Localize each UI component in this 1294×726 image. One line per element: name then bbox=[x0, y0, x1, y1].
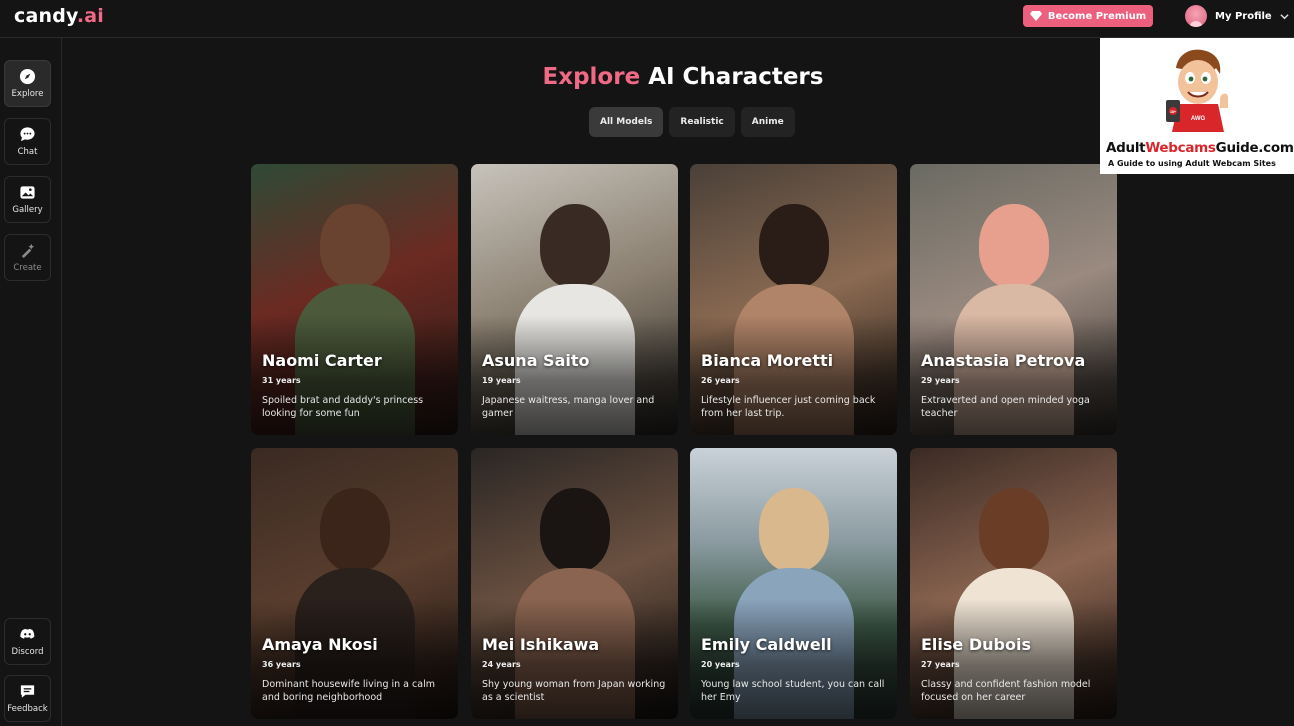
gallery-icon bbox=[20, 186, 35, 199]
character-age: 20 years bbox=[701, 660, 740, 669]
character-description: Shy young woman from Japan working as a … bbox=[482, 679, 666, 703]
sidebar-item-label: Feedback bbox=[7, 704, 48, 714]
logo-text: candy bbox=[14, 5, 77, 27]
character-age: 31 years bbox=[262, 376, 301, 385]
profile-label: My Profile bbox=[1215, 10, 1272, 22]
model-filter-tabs: All Models Realistic Anime bbox=[589, 107, 795, 137]
character-age: 29 years bbox=[921, 376, 960, 385]
sidebar-item-create[interactable]: Create bbox=[4, 234, 51, 281]
portrait-head bbox=[758, 204, 829, 288]
sidebar-item-label: Discord bbox=[11, 647, 44, 657]
sidebar-item-label: Chat bbox=[17, 147, 38, 157]
character-name: Mei Ishikawa bbox=[482, 635, 600, 654]
profile-menu[interactable]: My Profile bbox=[1185, 5, 1289, 27]
character-description: Young law school student, you can call h… bbox=[701, 679, 885, 703]
top-bar: candy.ai Become Premium My Profile bbox=[0, 0, 1294, 38]
character-description: Japanese waitress, manga lover and gamer bbox=[482, 395, 655, 419]
chevron-down-icon bbox=[1280, 13, 1289, 19]
character-name: Amaya Nkosi bbox=[262, 635, 378, 654]
character-card-naomi-carter[interactable]: Naomi Carter 31 years Spoiled brat and d… bbox=[251, 164, 458, 435]
title-rest: AI Characters bbox=[648, 64, 824, 90]
title-accent: Explore bbox=[542, 64, 641, 90]
sidebar-item-discord[interactable]: Discord bbox=[4, 618, 51, 665]
logo[interactable]: candy.ai bbox=[14, 5, 104, 27]
sidebar-item-label: Explore bbox=[11, 89, 44, 99]
watermark-logo: AWG 18+ AdultWebcamsGuide.com A Guide to… bbox=[1100, 38, 1294, 174]
character-card-emily-caldwell[interactable]: Emily Caldwell 20 years Young law school… bbox=[690, 448, 897, 719]
filter-all-models[interactable]: All Models bbox=[589, 107, 664, 137]
filter-realistic[interactable]: Realistic bbox=[669, 107, 735, 137]
premium-label: Become Premium bbox=[1047, 10, 1147, 22]
portrait-head bbox=[319, 488, 390, 572]
character-description: Classy and confident fashion model focus… bbox=[921, 679, 1091, 703]
character-age: 19 years bbox=[482, 376, 521, 385]
mascot-badge: AWG bbox=[1191, 116, 1206, 122]
feedback-icon bbox=[20, 685, 35, 698]
avatar bbox=[1185, 5, 1207, 27]
character-card-amaya-nkosi[interactable]: Amaya Nkosi 36 years Dominant housewife … bbox=[251, 448, 458, 719]
character-age: 36 years bbox=[262, 660, 301, 669]
wand-icon bbox=[21, 243, 35, 259]
sidebar-item-chat[interactable]: Chat bbox=[4, 118, 51, 165]
portrait-head bbox=[978, 488, 1049, 572]
character-age: 24 years bbox=[482, 660, 521, 669]
phone-badge: 18+ bbox=[1170, 110, 1176, 114]
sidebar-item-label: Gallery bbox=[12, 205, 43, 215]
portrait-head bbox=[539, 204, 610, 288]
character-name: Anastasia Petrova bbox=[921, 351, 1086, 370]
character-card-elise-dubois[interactable]: Elise Dubois 27 years Classy and confide… bbox=[910, 448, 1117, 719]
character-card-anastasia-petrova[interactable]: Anastasia Petrova 29 years Extraverted a… bbox=[910, 164, 1117, 435]
portrait-head bbox=[978, 204, 1049, 288]
character-description: Spoiled brat and daddy's princess lookin… bbox=[262, 395, 424, 419]
character-name: Bianca Moretti bbox=[701, 351, 834, 370]
chat-icon bbox=[20, 127, 35, 142]
discord-icon bbox=[20, 628, 35, 639]
become-premium-button[interactable]: Become Premium bbox=[1023, 5, 1153, 27]
watermark-tagline: A Guide to using Adult Webcam Sites bbox=[1108, 159, 1276, 168]
watermark-brand: AdultWebcamsGuide.com bbox=[1106, 140, 1294, 156]
sidebar-item-gallery[interactable]: Gallery bbox=[4, 176, 51, 223]
character-name: Naomi Carter bbox=[262, 351, 382, 370]
character-card-bianca-moretti[interactable]: Bianca Moretti 26 years Lifestyle influe… bbox=[690, 164, 897, 435]
character-name: Elise Dubois bbox=[921, 635, 1031, 654]
portrait-head bbox=[758, 488, 829, 572]
sidebar: Explore Chat Gallery Create Discord Feed… bbox=[0, 38, 62, 726]
character-age: 27 years bbox=[921, 660, 960, 669]
portrait-head bbox=[539, 488, 610, 572]
sidebar-item-label: Create bbox=[13, 263, 42, 273]
mascot-icon: AWG 18+ bbox=[1166, 49, 1228, 132]
portrait-head bbox=[319, 204, 390, 288]
filter-anime[interactable]: Anime bbox=[740, 107, 795, 137]
sidebar-item-feedback[interactable]: Feedback bbox=[4, 675, 51, 722]
character-description: Lifestyle influencer just coming back fr… bbox=[701, 395, 876, 419]
character-card-asuna-saito[interactable]: Asuna Saito 19 years Japanese waitress, … bbox=[471, 164, 678, 435]
character-name: Emily Caldwell bbox=[701, 635, 832, 654]
character-description: Extraverted and open minded yoga teacher bbox=[921, 395, 1090, 419]
character-description: Dominant housewife living in a calm and … bbox=[262, 679, 435, 703]
diamond-icon bbox=[1029, 11, 1042, 21]
character-age: 26 years bbox=[701, 376, 740, 385]
character-name: Asuna Saito bbox=[482, 351, 590, 370]
character-card-mei-ishikawa[interactable]: Mei Ishikawa 24 years Shy young woman fr… bbox=[471, 448, 678, 719]
logo-suffix: .ai bbox=[76, 5, 105, 27]
